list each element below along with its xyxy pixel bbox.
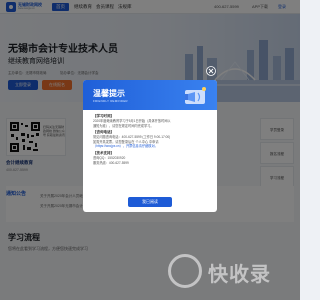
dialog-body: 【学习时间】 2020年度继续教育学习于5月1日开始（具体开放时间以 通知为准）…	[93, 114, 207, 165]
dialog-subtitle: FRIENDLY REMINDER	[93, 99, 128, 103]
watermark: 快收录	[168, 254, 296, 294]
close-icon[interactable]	[206, 66, 216, 76]
acknowledge-button[interactable]: 我已阅读	[128, 197, 172, 207]
dialog-title: 温馨提示	[93, 89, 125, 98]
watermark-text: 快收录	[208, 264, 271, 286]
reminder-dialog: 温馨提示 FRIENDLY REMINDER 【学习时间】 2020年度继续教育…	[83, 80, 217, 212]
section-line: 服务热线：400-627-5599	[93, 160, 129, 165]
megaphone-illustration-icon	[185, 87, 206, 104]
watermark-logo-icon	[168, 254, 202, 288]
dialog-header: 温馨提示 FRIENDLY REMINDER	[83, 80, 217, 110]
section-line[interactable]: （https://wxcjpx.cn），开票信息请仔细核对。	[93, 144, 158, 148]
